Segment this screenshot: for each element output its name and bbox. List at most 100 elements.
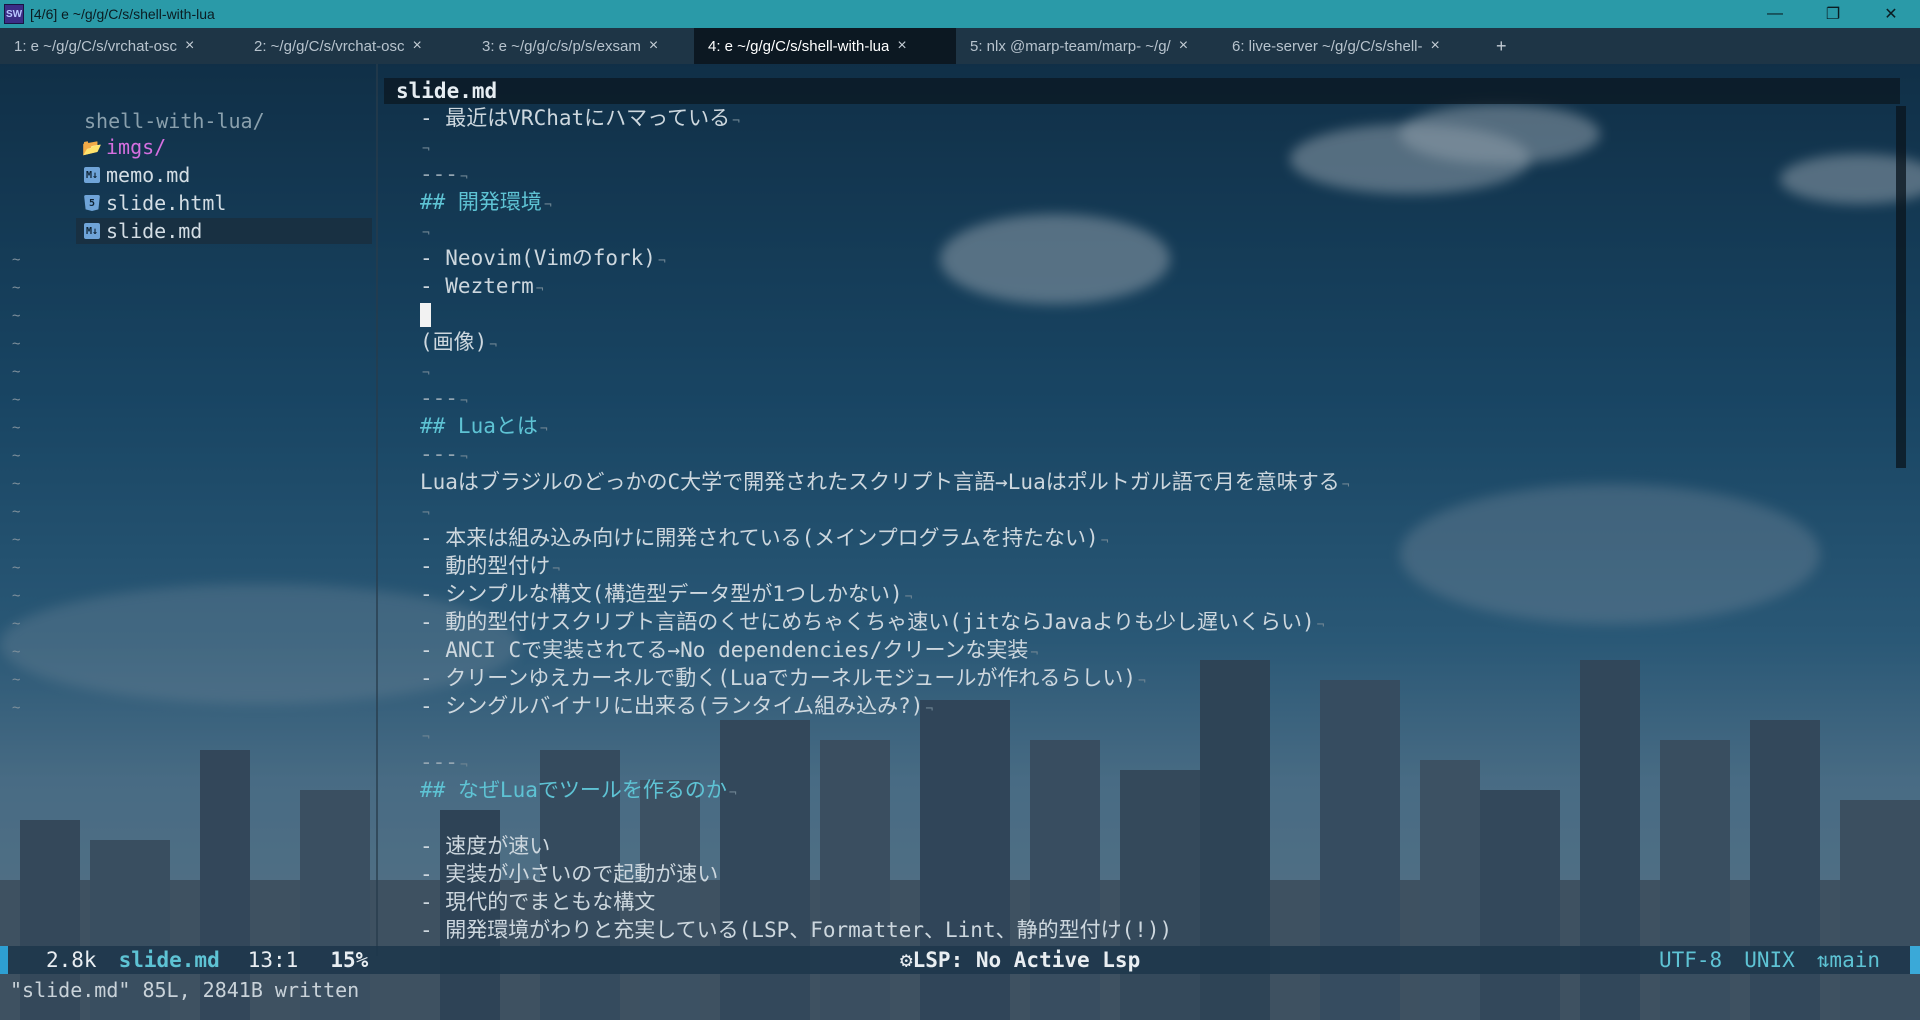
minimize-button[interactable]: — <box>1746 0 1804 28</box>
editor-line[interactable]: - シングルバイナリに出来る(ランタイム組み込み?) ¬ <box>420 692 933 720</box>
tab-2[interactable]: 2: ~/g/g/C/s/vrchat-osc × <box>240 28 468 64</box>
close-window-button[interactable]: ✕ <box>1862 0 1920 28</box>
editor-line[interactable]: - 現代的でまともな構文 <box>420 888 655 916</box>
editor-line[interactable]: --- ¬ <box>420 160 468 188</box>
editor-line[interactable]: - ANCI Cで実装されてる→No dependencies/クリーンな実装 ¬ <box>420 636 1038 664</box>
html-icon: 5 <box>84 195 100 211</box>
editor-buffer[interactable]: - 最近はVRChatにハマっている ¬ ¬ --- ¬ ## 開発環境 ¬ ¬ - … <box>384 104 1900 942</box>
editor-line-cursor[interactable] <box>420 300 431 328</box>
git-branch: ⇅main <box>1816 948 1880 972</box>
tab-label: 2: ~/g/g/C/s/vrchat-osc <box>254 37 405 55</box>
close-tab-icon[interactable]: × <box>412 37 421 55</box>
close-tab-icon[interactable]: × <box>185 37 194 55</box>
editor-line[interactable]: - 動的型付け ¬ <box>420 552 560 580</box>
editor-line[interactable]: --- ¬ <box>420 748 468 776</box>
editor-line[interactable]: ¬ <box>420 720 430 748</box>
editor-line[interactable]: (画像) ¬ <box>420 328 497 356</box>
editor-line[interactable]: LuaはブラジルのどっかのC大学で開発されたスクリプト言語→Luaはポルトガル語… <box>420 468 1350 496</box>
empty-line-marker: ~ <box>12 252 21 268</box>
editor-line[interactable]: --- ¬ <box>420 440 468 468</box>
empty-line-marker: ~ <box>12 560 21 576</box>
editor-line[interactable]: ¬ <box>420 216 430 244</box>
mode-indicator-right <box>1910 946 1920 974</box>
editor-line[interactable]: - 開発環境がわりと充実している(LSP、Formatter、Lint、静的型付… <box>420 916 1172 944</box>
split-divider[interactable] <box>376 64 378 956</box>
empty-line-marker: ~ <box>12 308 21 324</box>
app-icon: SW <box>4 4 24 24</box>
editor-line-heading[interactable]: ## Luaとは ¬ <box>420 412 548 440</box>
scroll-percent: 15% <box>330 948 369 972</box>
explorer-item-label: memo.md <box>106 163 191 187</box>
close-tab-icon[interactable]: × <box>1430 37 1439 55</box>
editor-line[interactable]: - クリーンゆえカーネルで動く(Luaでカーネルモジュールが作れるらしい) ¬ <box>420 664 1146 692</box>
encoding-indicator: UTF-8 <box>1658 948 1723 972</box>
file-size: 2.8k <box>46 948 97 972</box>
close-tab-icon[interactable]: × <box>649 37 658 55</box>
explorer-item-memo-md[interactable]: M↓ memo.md <box>76 162 372 188</box>
tab-4-active[interactable]: 4: e ~/g/g/C/s/shell-with-lua × <box>694 28 956 64</box>
explorer-item-label: slide.md <box>106 219 203 243</box>
tab-label: 3: e ~/g/g/c/s/p/s/exsam <box>482 37 641 55</box>
empty-line-marker: ~ <box>12 280 21 296</box>
window-titlebar: SW [4/6] e ~/g/g/C/s/shell-with-lua — ❐ … <box>0 0 1920 28</box>
cursor-position: 13:1 <box>247 948 299 972</box>
empty-line-marker: ~ <box>12 364 21 380</box>
window-title: [4/6] e ~/g/g/C/s/shell-with-lua <box>30 6 215 22</box>
tab-3[interactable]: 3: e ~/g/g/c/s/p/s/exsam × <box>468 28 694 64</box>
editor-line-heading[interactable]: ## なぜLuaでツールを作るのか ¬ <box>420 776 737 804</box>
markdown-icon: M↓ <box>84 223 100 239</box>
editor-line[interactable]: - Wezterm ¬ <box>420 272 544 300</box>
tab-bar: 1: e ~/g/g/C/s/vrchat-osc × 2: ~/g/g/C/s… <box>0 28 1920 64</box>
editor-line[interactable]: --- ¬ <box>420 384 468 412</box>
tab-label: 4: e ~/g/g/C/s/shell-with-lua <box>708 37 890 55</box>
empty-line-marker: ~ <box>12 336 21 352</box>
file-explorer: shell-with-lua/ 📂 imgs/ M↓ memo.md 5 sli… <box>0 64 376 956</box>
folder-icon: 📂 <box>82 137 102 157</box>
empty-line-marker: ~ <box>12 672 21 688</box>
empty-line-marker: ~ <box>12 644 21 660</box>
tab-label: 5: nlx @marp-team/marp- ~/g/ <box>970 37 1171 55</box>
mode-indicator <box>0 946 8 974</box>
restore-button[interactable]: ❐ <box>1804 0 1862 28</box>
editor-line[interactable]: - 本来は組み込み向けに開発されている(メインプログラムを持たない) ¬ <box>420 524 1109 552</box>
tab-label: 6: live-server ~/g/g/C/s/shell- <box>1232 37 1423 55</box>
editor-line[interactable]: - Neovim(Vimのfork) ¬ <box>420 244 666 272</box>
empty-line-marker: ~ <box>12 504 21 520</box>
new-tab-button[interactable]: + <box>1496 36 1507 57</box>
explorer-item-imgs[interactable]: 📂 imgs/ <box>76 134 372 160</box>
empty-line-marker: ~ <box>12 616 21 632</box>
status-line: 2.8k slide.md 13:1 15% ⚙LSP: No Active L… <box>0 946 1920 974</box>
editor-line[interactable]: - 実装が小さいので起動が速い <box>420 860 718 888</box>
explorer-item-slide-md[interactable]: M↓ slide.md <box>76 218 372 244</box>
empty-line-marker: ~ <box>12 588 21 604</box>
editor-line[interactable]: - 最近はVRChatにハマっている ¬ <box>420 104 740 132</box>
editor-scrollbar[interactable] <box>1896 106 1906 468</box>
tab-label: 1: e ~/g/g/C/s/vrchat-osc <box>14 37 177 55</box>
tab-5[interactable]: 5: nlx @marp-team/marp- ~/g/ × <box>956 28 1218 64</box>
tab-1[interactable]: 1: e ~/g/g/C/s/vrchat-osc × <box>0 28 240 64</box>
explorer-item-label: imgs/ <box>106 135 167 159</box>
editor-line[interactable]: - シンプルな構文(構造型データ型が1つしかない) ¬ <box>420 580 912 608</box>
markdown-icon: M↓ <box>84 167 100 183</box>
explorer-root-folder[interactable]: shell-with-lua/ <box>84 109 265 133</box>
editor-filename-header: slide.md <box>384 78 1900 104</box>
empty-line-marker: ~ <box>12 700 21 716</box>
empty-line-marker: ~ <box>12 448 21 464</box>
empty-line-marker: ~ <box>12 476 21 492</box>
fileformat-indicator: UNIX <box>1744 948 1795 972</box>
close-tab-icon[interactable]: × <box>897 37 906 55</box>
tab-6[interactable]: 6: live-server ~/g/g/C/s/shell- × <box>1218 28 1482 64</box>
status-filename: slide.md <box>118 948 220 972</box>
text-cursor <box>420 303 431 327</box>
command-line-message[interactable]: "slide.md" 85L, 2841B written <box>10 978 359 1002</box>
editor-line[interactable]: ¬ <box>420 356 430 384</box>
editor-line-heading[interactable]: ## 開発環境 ¬ <box>420 188 552 216</box>
empty-line-marker: ~ <box>12 392 21 408</box>
explorer-item-slide-html[interactable]: 5 slide.html <box>76 190 372 216</box>
close-tab-icon[interactable]: × <box>1179 37 1188 55</box>
editor-line[interactable]: - 速度が速い <box>420 832 550 860</box>
empty-line-marker: ~ <box>12 420 21 436</box>
editor-line[interactable]: ¬ <box>420 132 430 160</box>
editor-line[interactable]: - 動的型付けスクリプト言語のくせにめちゃくちゃ速い(jitならJavaよりも少… <box>420 608 1324 636</box>
editor-line[interactable]: ¬ <box>420 496 430 524</box>
